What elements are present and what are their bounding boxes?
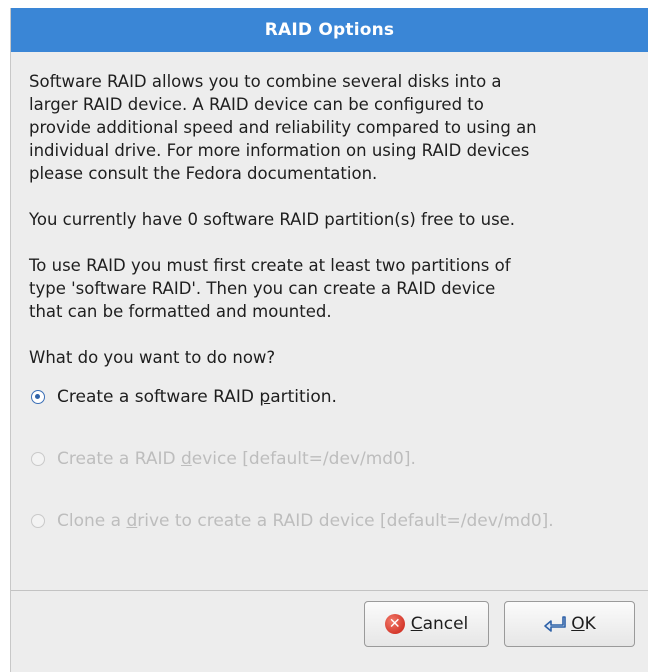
radio-disabled-icon [31, 514, 45, 528]
status-text: You currently have 0 software RAID parti… [29, 210, 516, 229]
option-label: Create a RAID device [default=/dev/md0]. [57, 448, 416, 469]
ok-button[interactable]: OK [504, 601, 635, 647]
option-label: Create a software RAID partition. [57, 386, 337, 407]
dialog-title: RAID Options [11, 8, 648, 52]
option-clone-drive: Clone a drive to create a RAID device [d… [29, 509, 648, 533]
raid-options-dialog: RAID Options Software RAID allows you to… [10, 8, 648, 672]
cancel-icon: ✕ [384, 614, 405, 634]
option-create-raid-device: Create a RAID device [default=/dev/md0]. [29, 447, 648, 471]
button-separator [11, 590, 648, 591]
question-text: What do you want to do now? [29, 348, 276, 367]
option-label: Clone a drive to create a RAID device [d… [57, 510, 554, 531]
radio-disabled-icon [31, 452, 45, 466]
ok-arrow-icon [543, 614, 567, 634]
ok-label: OK [571, 614, 596, 634]
radio-selected-icon[interactable] [31, 390, 45, 404]
cancel-button[interactable]: ✕ Cancel [364, 601, 489, 647]
option-create-partition[interactable]: Create a software RAID partition. [29, 385, 648, 409]
dialog-content: Software RAID allows you to combine seve… [11, 52, 648, 533]
intro-text: Software RAID allows you to combine seve… [29, 72, 537, 183]
cancel-label: Cancel [410, 614, 469, 634]
instructions-text: To use RAID you must first create at lea… [29, 256, 511, 321]
